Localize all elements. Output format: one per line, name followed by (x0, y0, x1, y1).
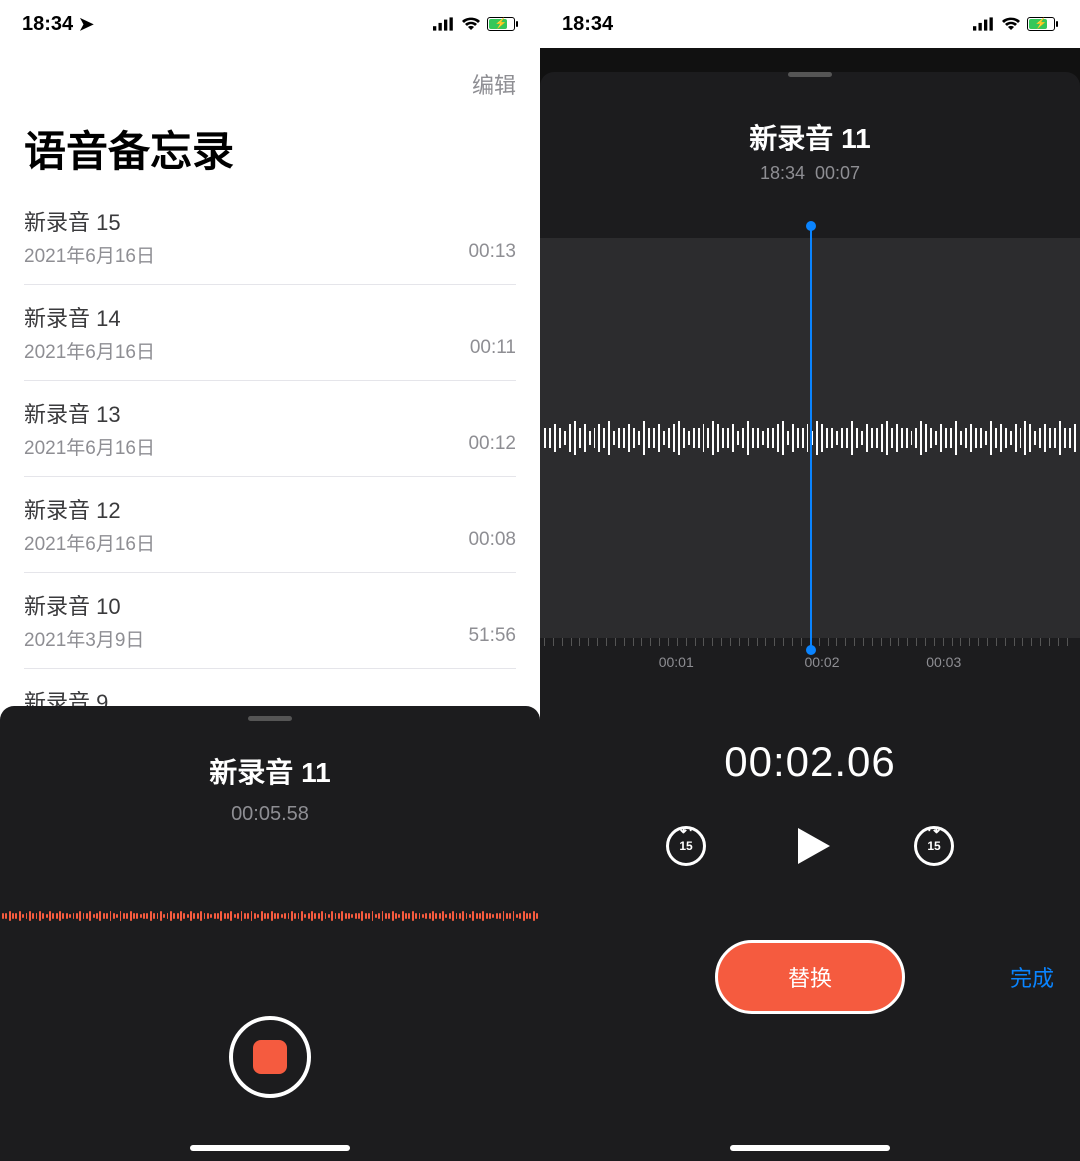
stop-record-button[interactable] (229, 1016, 311, 1098)
forward-arrow-icon: ↷ (928, 823, 940, 840)
status-bar: 18:34 ➤ ⚡ (0, 0, 540, 48)
recording-title: 新录音 11 (209, 751, 330, 791)
back-arrow-icon: ↶ (680, 823, 692, 840)
memo-duration: 00:12 (468, 433, 516, 460)
edit-button[interactable]: 编辑 (472, 68, 516, 100)
page-title: 语音备忘录 (0, 100, 540, 189)
memo-duration: 00:11 (470, 337, 516, 364)
home-indicator[interactable] (190, 1145, 350, 1151)
memo-title: 新录音 15 (24, 205, 516, 237)
memo-date: 2021年3月9日 (24, 625, 144, 652)
memo-duration: 00:13 (468, 241, 516, 268)
memo-item[interactable]: 新录音 10 2021年3月9日 51:56 (24, 573, 516, 669)
stop-icon (253, 1040, 287, 1074)
memo-title: 新录音 12 (24, 493, 516, 525)
screen-playback-edit: 18:34 ⚡ 新录音 11 18:34 00:07 (540, 0, 1080, 1161)
memo-date: 2021年6月16日 (24, 529, 155, 556)
memo-date: 2021年6月16日 (24, 433, 155, 460)
wifi-icon (461, 17, 481, 31)
waveform-mini (0, 896, 540, 936)
playhead[interactable] (810, 226, 812, 650)
status-time: 18:34 (562, 13, 613, 36)
recording-subinfo: 18:34 00:07 (760, 163, 860, 184)
screen-voice-memos-list: 18:34 ➤ ⚡ 编辑 语音备忘录 新录音 15 2021年6月16日 00:1… (0, 0, 540, 1161)
battery-icon: ⚡ (1027, 17, 1058, 31)
memo-item[interactable]: 新录音 13 2021年6月16日 00:12 (24, 381, 516, 477)
recording-elapsed: 00:05.58 (231, 803, 309, 826)
playback-timer: 00:02.06 (724, 738, 896, 786)
playback-controls: ↶ 15 ↷ 15 (666, 822, 954, 870)
memo-title: 新录音 14 (24, 301, 516, 333)
skip-forward-15-button[interactable]: ↷ 15 (914, 826, 954, 866)
memo-date: 2021年6月16日 (24, 337, 155, 364)
wifi-icon (1001, 17, 1021, 31)
drag-handle-icon[interactable] (788, 72, 832, 77)
status-bar: 18:34 ⚡ (540, 0, 1080, 48)
nav-bar: 编辑 (0, 48, 540, 100)
done-button[interactable]: 完成 (1010, 961, 1054, 993)
memo-item[interactable]: 新录音 15 2021年6月16日 00:13 (24, 189, 516, 285)
recording-panel[interactable]: 新录音 11 00:05.58 (0, 706, 540, 1161)
drag-handle-icon[interactable] (248, 716, 292, 721)
memo-title: 新录音 13 (24, 397, 516, 429)
status-right-icons: ⚡ (433, 17, 518, 31)
memo-duration: 00:08 (468, 529, 516, 556)
play-button[interactable] (786, 822, 834, 870)
status-right-icons: ⚡ (973, 17, 1058, 31)
bottom-action-row: 替换 完成 (540, 940, 1080, 1014)
cellular-icon (973, 17, 995, 31)
status-time: 18:34 (22, 13, 73, 35)
memo-item[interactable]: 新录音 14 2021年6月16日 00:11 (24, 285, 516, 381)
memo-item[interactable]: 新录音 12 2021年6月16日 00:08 (24, 477, 516, 573)
edit-panel: 新录音 11 18:34 00:07 00:01 00:02 00:03 00:… (540, 72, 1080, 1161)
skip-back-15-button[interactable]: ↶ 15 (666, 826, 706, 866)
recording-title[interactable]: 新录音 11 (749, 117, 870, 157)
waveform-area[interactable] (540, 238, 1080, 638)
memo-date: 2021年6月16日 (24, 241, 155, 268)
status-time-group: 18:34 ➤ (22, 13, 94, 36)
home-indicator[interactable] (730, 1145, 890, 1151)
location-arrow-icon: ➤ (79, 14, 94, 34)
battery-icon: ⚡ (487, 17, 518, 31)
replace-button[interactable]: 替换 (715, 940, 905, 1014)
cellular-icon (433, 17, 455, 31)
memo-duration: 51:56 (468, 625, 516, 652)
memo-title: 新录音 10 (24, 589, 516, 621)
